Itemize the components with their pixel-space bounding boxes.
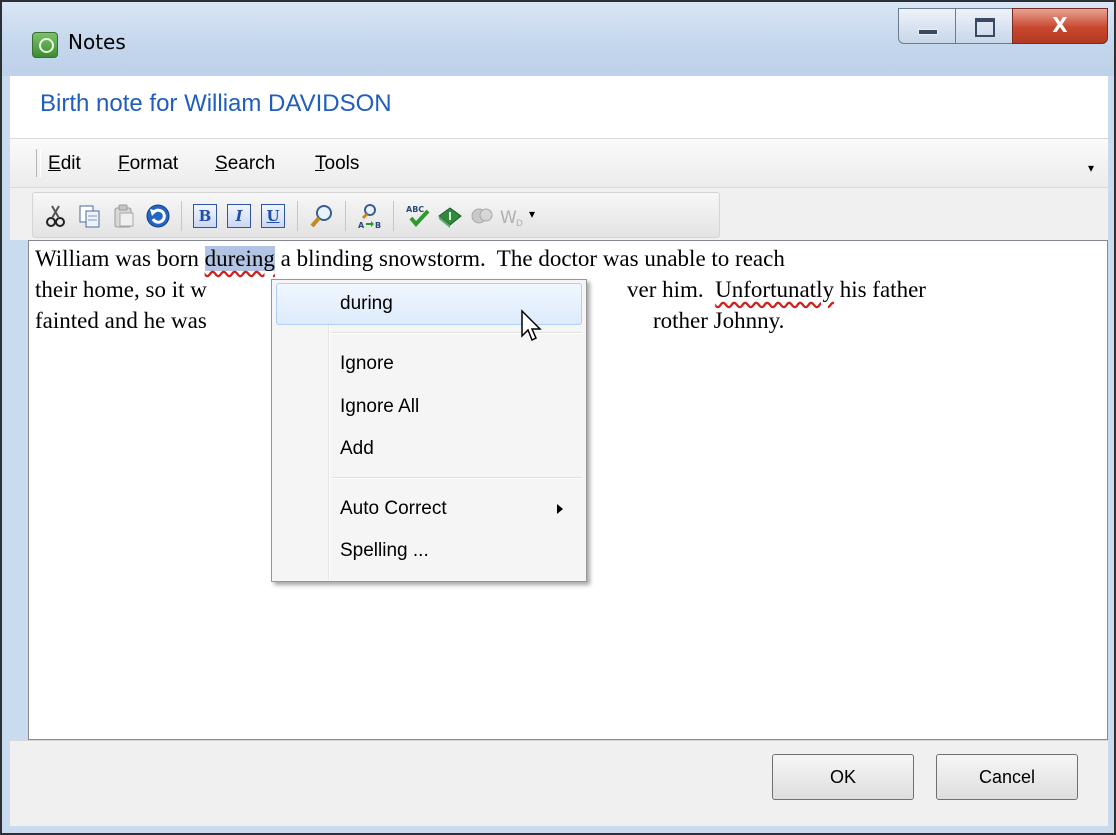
title-bar[interactable]: Notes X — [2, 2, 1114, 76]
word-count-icon[interactable]: W D — [499, 203, 525, 229]
app-tree-icon — [32, 32, 58, 58]
toolbar-separator — [181, 201, 182, 231]
menu-tools[interactable]: Tools — [315, 153, 359, 175]
minimize-button[interactable] — [898, 8, 955, 44]
maximize-icon — [975, 18, 995, 37]
menu-search[interactable]: Search — [215, 153, 275, 175]
cancel-button[interactable]: Cancel — [936, 754, 1078, 800]
heading-band: Birth note for William DAVIDSON — [10, 76, 1108, 139]
toolbar-separator — [393, 201, 394, 231]
menu-tools-label: ools — [324, 153, 360, 174]
misspelled-word[interactable]: Unfortunatly — [715, 277, 834, 302]
bold-icon[interactable]: B — [193, 204, 217, 228]
mouse-pointer-icon — [521, 309, 542, 342]
close-icon: X — [1052, 13, 1068, 37]
svg-text:W: W — [500, 208, 517, 228]
svg-text:A: A — [358, 221, 365, 229]
menu-format-accel: F — [118, 153, 130, 174]
find-icon[interactable] — [309, 203, 335, 229]
menu-search-label: earch — [227, 153, 276, 174]
note-heading: Birth note for William DAVIDSON — [40, 90, 392, 117]
underline-icon[interactable]: U — [261, 204, 285, 228]
undo-icon[interactable] — [145, 203, 171, 229]
minimize-icon — [918, 29, 938, 35]
menu-separator — [332, 332, 582, 334]
menu-edit[interactable]: Edit — [48, 153, 81, 175]
toolbar: B I U A B ABC W D ▾ — [10, 188, 1108, 240]
text-segment: his father — [833, 277, 926, 302]
menu-item-ignore-all[interactable]: Ignore All — [340, 396, 419, 418]
menu-search-accel: S — [215, 153, 228, 174]
text-segment: ver him. Unfortunatly his father — [627, 274, 926, 305]
svg-text:D: D — [516, 219, 523, 229]
menu-item-auto-correct[interactable]: Auto Correct — [340, 498, 447, 520]
copy-icon[interactable] — [77, 203, 103, 229]
menu-separator — [332, 477, 582, 479]
text-line: William was born dureing a blinding snow… — [35, 243, 1099, 274]
suggestion-during[interactable]: during — [340, 293, 393, 315]
svg-text:ABC: ABC — [406, 205, 424, 214]
text-segment: fainted and he was — [35, 308, 207, 333]
svg-text:B: B — [375, 221, 381, 229]
text-segment: their home, so it w — [35, 277, 207, 302]
toolbar-separator — [297, 201, 298, 231]
submenu-arrow-icon — [557, 504, 563, 514]
menu-gutter — [328, 282, 330, 579]
close-button[interactable]: X — [1012, 8, 1108, 44]
menu-bar: Edit Format Search Tools ▾ — [10, 139, 1108, 187]
thesaurus-icon[interactable] — [437, 203, 463, 229]
menu-edit-accel: E — [48, 153, 61, 174]
menu-format-label: ormat — [129, 153, 179, 174]
menu-item-add[interactable]: Add — [340, 438, 374, 460]
text-segment: a blinding snowstorm. The doctor was una… — [274, 246, 785, 271]
menubar-overflow-icon[interactable]: ▾ — [1088, 161, 1094, 175]
text-segment: rother Johnny. — [653, 308, 785, 333]
toolbar-overflow-icon[interactable]: ▾ — [529, 207, 535, 221]
menu-edit-label: dit — [60, 153, 81, 174]
toolbar-strip: B I U A B ABC W D ▾ — [32, 192, 720, 238]
ok-button[interactable]: OK — [772, 754, 914, 800]
menu-format[interactable]: Format — [118, 153, 178, 175]
text-segment: William was born — [35, 246, 205, 271]
maximize-button[interactable] — [955, 8, 1012, 44]
menu-item-spelling[interactable]: Spelling ... — [340, 540, 429, 562]
text-segment: ver him. — [627, 277, 716, 302]
paste-icon[interactable] — [111, 203, 137, 229]
menu-item-ignore[interactable]: Ignore — [340, 353, 394, 375]
spellcheck-icon[interactable]: ABC — [405, 203, 431, 229]
replace-icon[interactable]: A B — [357, 203, 383, 229]
toolbar-separator — [345, 201, 346, 231]
cut-icon[interactable] — [43, 203, 69, 229]
window-controls: X — [898, 8, 1108, 44]
menubar-grip[interactable] — [36, 149, 41, 177]
italic-icon[interactable]: I — [227, 204, 251, 228]
disabled-tool-icon[interactable] — [469, 203, 495, 229]
misspelled-selected-word[interactable]: dureing — [204, 246, 275, 271]
window-title: Notes — [68, 30, 126, 54]
menu-tools-accel: T — [315, 153, 325, 174]
